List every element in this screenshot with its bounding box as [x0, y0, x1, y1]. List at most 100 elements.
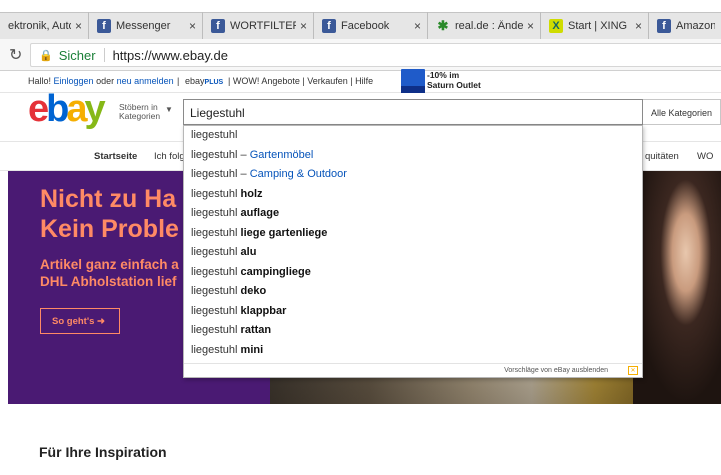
browse-line2: Kategorien: [119, 111, 161, 121]
suggestion-base: liegestuhl: [191, 343, 241, 356]
suggestion-item[interactable]: liegestuhl – Camping & Outdoor: [184, 165, 642, 185]
tab-wortfilter[interactable]: f WORTFILTER.DE ×: [203, 12, 313, 39]
suggestions-footer: Vorschläge von eBay ausblenden ✕: [184, 363, 642, 377]
browser-toolbar: ↻ 🔒 Sicher https://www.ebay.de: [0, 39, 721, 71]
suggestion-base: liegestuhl: [191, 304, 241, 317]
suggestion-item[interactable]: liegestuhl mini: [184, 341, 642, 361]
facebook-icon: f: [97, 19, 111, 33]
tab-title: Messenger: [116, 20, 171, 32]
suggestion-item[interactable]: liegestuhl campingliege: [184, 263, 642, 283]
tab-ebay[interactable]: ektronik, Auto ×: [0, 12, 88, 39]
suggestion-item[interactable]: liegestuhl – Gartenmöbel: [184, 146, 642, 166]
ebay-plus-link[interactable]: ebayPLUS: [185, 76, 223, 86]
suggestion-category: Gartenmöbel: [249, 148, 314, 161]
tab-messenger[interactable]: f Messenger ×: [89, 12, 202, 39]
close-icon[interactable]: ×: [300, 19, 307, 33]
suggestion-item[interactable]: liegestuhl klappbar: [184, 302, 642, 322]
url-text[interactable]: https://www.ebay.de: [113, 48, 228, 63]
suggestion-item[interactable]: liegestuhl deko: [184, 282, 642, 302]
suggestion-list: liegestuhl liegestuhl – Gartenmöbel lieges…: [184, 126, 642, 360]
close-icon[interactable]: ×: [635, 19, 642, 33]
close-icon[interactable]: ×: [527, 19, 534, 33]
facebook-icon: f: [657, 19, 671, 33]
suggestion-completion: deko: [240, 285, 267, 297]
suggestion-completion: alu: [240, 246, 257, 258]
register-link[interactable]: neu anmelden: [117, 76, 174, 86]
category-select[interactable]: Alle Kategorien: [643, 99, 721, 125]
browse-categories-button[interactable]: Stöbern in Kategorien: [119, 103, 160, 121]
suggestion-completion: klappbar: [240, 304, 287, 317]
search-suggestions: liegestuhl liegestuhl – Gartenmöbel lieges…: [183, 125, 643, 378]
hero-headline-line2: Kein Proble: [40, 215, 179, 243]
greeting: Hallo!: [28, 76, 52, 86]
saturn-outlet-banner-icon[interactable]: [401, 69, 425, 93]
ebay-top-bar: Hallo! Einloggen oder neu anmelden | eba…: [0, 71, 721, 93]
suggestion-base: liegestuhl: [191, 129, 238, 141]
lock-icon: 🔒: [39, 49, 53, 62]
real-logo-icon: ✱: [437, 18, 449, 33]
suggestion-completion: liege gartenliege: [240, 226, 328, 239]
login-link[interactable]: Einloggen: [54, 76, 94, 86]
tab-separator: [540, 12, 541, 39]
suggestion-item[interactable]: liegestuhl rattan: [184, 321, 642, 341]
reload-icon[interactable]: ↻: [9, 45, 22, 65]
tab-separator: [88, 12, 89, 39]
browser-window: ektronik, Auto × f Messenger × f WORTFIL…: [0, 0, 721, 475]
tab-amazon[interactable]: f Amazon: [649, 12, 721, 39]
tab-separator: [427, 12, 428, 39]
hero-cta-button[interactable]: So geht's ➜: [40, 308, 120, 334]
logo-letter-b: b: [46, 88, 69, 130]
tab-facebook[interactable]: f Facebook ×: [314, 12, 427, 39]
nav-home[interactable]: Startseite: [94, 151, 137, 162]
section-title-inspiration: Für Ihre Inspiration: [39, 444, 167, 460]
security-label: Sicher: [58, 47, 96, 63]
close-icon[interactable]: ×: [75, 19, 82, 33]
suggestion-base: liegestuhl: [191, 265, 241, 278]
suggestion-completion: holz: [240, 187, 263, 200]
hero-subtitle: Artikel ganz einfach a DHL Abholstation …: [40, 256, 179, 290]
tab-separator: [313, 12, 314, 39]
hero-headline: Nicht zu Ha Kein Proble: [40, 184, 179, 244]
tab-strip-band: [0, 0, 721, 12]
suggestion-item[interactable]: liegestuhl liege gartenliege: [184, 224, 642, 244]
hide-suggestions-link[interactable]: Vorschläge von eBay ausblenden: [504, 367, 608, 374]
suggestion-item[interactable]: liegestuhl alu: [184, 243, 642, 263]
close-icon[interactable]: ×: [189, 19, 196, 33]
chevron-down-icon[interactable]: ▼: [165, 105, 173, 114]
address-bar[interactable]: 🔒 Sicher https://www.ebay.de: [30, 43, 721, 67]
logo-letter-a: a: [66, 88, 87, 130]
logo-letter-y: y: [84, 88, 106, 130]
url-divider: [103, 48, 105, 62]
search-input[interactable]: Liegestuhl: [183, 99, 643, 125]
suggestion-base: liegestuhl: [191, 226, 241, 239]
nav-antiques[interactable]: quitäten: [645, 151, 679, 162]
logo-letter-e: e: [28, 88, 49, 130]
close-icon[interactable]: ×: [414, 19, 421, 33]
ebay-logo[interactable]: ebay: [28, 87, 106, 131]
suggestion-base: liegestuhl: [191, 207, 241, 219]
promo-line1: -10% im: [427, 70, 460, 80]
tab-strip: ektronik, Auto × f Messenger × f WORTFIL…: [0, 0, 721, 40]
suggestion-item[interactable]: liegestuhl auflage: [184, 204, 642, 224]
suggestion-completion: rattan: [240, 324, 272, 336]
tab-xing[interactable]: X Start | XING ×: [541, 12, 648, 39]
suggestion-item[interactable]: liegestuhl holz: [184, 185, 642, 205]
or-text: oder: [96, 76, 115, 86]
close-suggestions-icon[interactable]: ✕: [628, 366, 638, 375]
nav-wow[interactable]: WO: [697, 151, 713, 162]
facebook-icon: f: [322, 19, 336, 33]
ebay-plus-ebay: ebay: [185, 76, 205, 86]
suggestion-base: liegestuhl –: [191, 168, 250, 180]
hero-person-image: [633, 171, 721, 404]
saturn-outlet-banner[interactable]: -10% im Saturn Outlet: [427, 70, 481, 90]
hero-sub-line1: Artikel ganz einfach a: [40, 257, 179, 272]
ebay-plus-plus: PLUS: [204, 79, 224, 86]
hero-sub-line2: DHL Abholstation lief: [40, 274, 177, 289]
suggestion-item[interactable]: liegestuhl: [184, 126, 642, 146]
topbar-links[interactable]: | WOW! Angebote | Verkaufen | Hilfe: [228, 76, 373, 86]
suggestion-base: liegestuhl: [191, 187, 241, 200]
tab-title: Amazon: [676, 20, 715, 32]
tab-real[interactable]: ✱ real.de : Änder ×: [428, 12, 540, 39]
tab-separator: [648, 12, 649, 39]
hero-headline-line1: Nicht zu Ha: [40, 185, 177, 213]
